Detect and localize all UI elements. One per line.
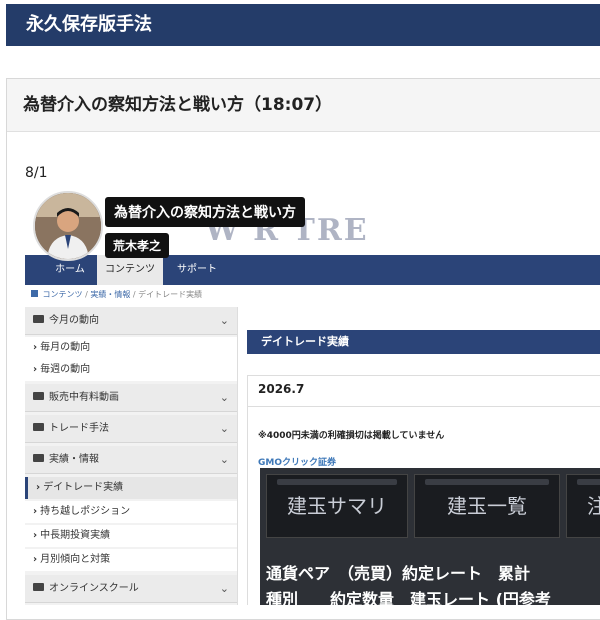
sidebar-item-carryover[interactable]: › 持ち越しポジション — [25, 501, 237, 523]
sidebar-item-paid-videos[interactable]: 販売中有料動画 ⌄ — [25, 384, 237, 412]
sidebar-item-monthly-trend[interactable]: 今月の動向 ⌄ — [25, 307, 237, 335]
nav-item-contents[interactable]: コンテンツ — [97, 255, 163, 285]
chevron-down-icon: ⌄ — [219, 582, 229, 595]
breadcrumb: コンテンツ / 実績・情報 / デイトレード実績 — [31, 289, 202, 300]
sidebar-item-online-school[interactable]: オンラインスクール ⌄ — [25, 575, 237, 603]
table-header-row: 通貨ペア （売買）約定レート 累計 — [266, 564, 531, 583]
sidebar-item-label: トレード手法 — [49, 423, 109, 434]
chevron-right-icon: › — [36, 482, 41, 493]
tab-orders: 注 — [566, 474, 600, 538]
panel-title: 為替介入の察知方法と戦い方（18:07） — [7, 79, 600, 132]
sidebar-item-label: 毎月の動向 — [40, 342, 91, 353]
avatar — [33, 191, 103, 261]
sidebar-item-label: オンラインスクール — [49, 583, 139, 594]
sidebar-item-every-week[interactable]: › 毎週の動向 — [25, 359, 237, 381]
sidebar-item-label: 持ち越しポジション — [40, 506, 131, 517]
sidebar-item-label: 販売中有料動画 — [49, 392, 119, 403]
tab-label: 建玉一覧 — [447, 494, 527, 518]
folder-icon — [33, 454, 44, 462]
page-header: 永久保存版手法 — [6, 4, 600, 46]
site-nav: ホーム コンテンツ サポート — [25, 255, 600, 285]
tab-label: 注 — [587, 494, 600, 518]
sidebar-item-daytrade-results[interactable]: › デイトレード実績 — [25, 477, 237, 499]
contents-icon — [31, 290, 38, 297]
broker-link[interactable]: GMOクリック証券 — [258, 455, 336, 468]
chevron-down-icon: ⌄ — [219, 314, 229, 327]
chevron-right-icon: › — [33, 364, 38, 375]
sidebar: 今月の動向 ⌄ › 毎月の動向 › 毎週の動向 販売中有料動画 ⌄ トレード手法 ⌄ 実績… — [25, 307, 238, 605]
sidebar-item-label: 毎週の動向 — [40, 364, 91, 375]
sidebar-item-every-month[interactable]: › 毎月の動向 — [25, 337, 237, 359]
sidebar-item-results-info[interactable]: 実績・情報 ⌄ — [25, 446, 237, 474]
chevron-down-icon: ⌄ — [219, 453, 229, 466]
table-header-row: 種別 約定数量 建玉レート (円参考 — [266, 590, 551, 605]
sidebar-item-label: 月別傾向と対策 — [40, 554, 111, 565]
chevron-down-icon: ⌄ — [219, 391, 229, 404]
chevron-right-icon: › — [33, 342, 38, 353]
breadcrumb-sep: / — [85, 290, 88, 299]
results-year: 2026.7 — [258, 382, 305, 396]
post-date: 8/1 — [25, 165, 48, 181]
section-title: デイトレード実績 — [247, 330, 600, 354]
sidebar-item-longterm[interactable]: › 中長期投資実績 — [25, 525, 237, 547]
video-author: 荒木孝之 — [105, 233, 170, 258]
sidebar-item-trade-methods[interactable]: トレード手法 ⌄ — [25, 415, 237, 443]
content-panel: 為替介入の察知方法と戦い方（18:07） 8/1 W R TRE 為替介入の察知… — [6, 78, 600, 620]
tab-position-summary: 建玉サマリ — [266, 474, 408, 538]
chevron-right-icon: › — [33, 554, 38, 565]
chevron-down-icon: ⌄ — [219, 422, 229, 435]
results-card: 2026.7 ※4000円未満の利確損切は掲載していません GMOクリック証券 … — [247, 375, 600, 605]
sidebar-item-label: デイトレード実績 — [43, 482, 124, 493]
sidebar-item-monthly-tendency[interactable]: › 月別傾向と対策 — [25, 549, 237, 571]
sidebar-item-label: 今月の動向 — [49, 315, 99, 326]
breadcrumb-contents[interactable]: コンテンツ — [43, 290, 83, 299]
header-title: 永久保存版手法 — [26, 14, 152, 35]
folder-icon — [33, 423, 44, 431]
folder-icon — [33, 583, 44, 591]
folder-icon — [33, 392, 44, 400]
divider — [248, 406, 600, 407]
chevron-right-icon: › — [33, 530, 38, 541]
trade-screenshot: 建玉サマリ 建玉一覧 注 通貨ペア （売買）約定レート 累計 種別 約定数量 建… — [260, 468, 600, 605]
breadcrumb-results[interactable]: 実績・情報 — [90, 290, 130, 299]
video-title: 為替介入の察知方法と戦い方 — [105, 197, 305, 227]
chevron-right-icon: › — [33, 506, 38, 517]
sidebar-item-label: 中長期投資実績 — [40, 530, 111, 541]
breadcrumb-sep: / — [132, 290, 136, 299]
results-note: ※4000円未満の利確損切は掲載していません — [258, 431, 445, 441]
sidebar-item-label: 実績・情報 — [49, 454, 99, 465]
tab-label: 建玉サマリ — [287, 494, 387, 518]
tab-position-list: 建玉一覧 — [414, 474, 560, 538]
breadcrumb-current: デイトレード実績 — [138, 290, 203, 299]
video-player[interactable]: W R TRE 為替介入の察知方法と戦い方 荒木孝之 ホーム コンテンツ サポー… — [25, 185, 600, 605]
nav-item-support[interactable]: サポート — [169, 255, 225, 285]
folder-icon — [33, 315, 44, 323]
